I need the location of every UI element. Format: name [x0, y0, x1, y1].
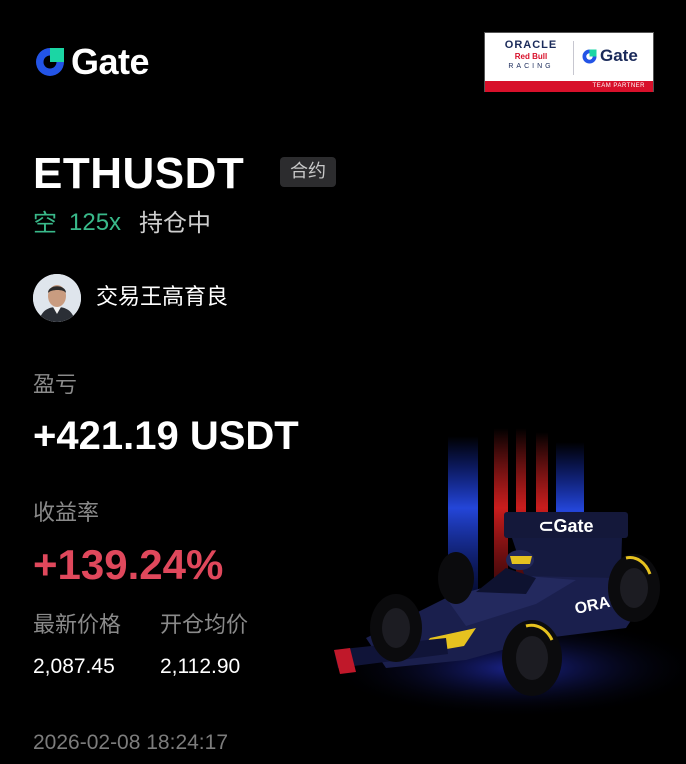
last-price-value: 2,087.45: [33, 655, 115, 678]
badge-divider: [573, 41, 574, 75]
svg-text:⊂Gate: ⊂Gate: [538, 516, 593, 536]
roi-value: +139.24%: [33, 541, 224, 588]
f1-car-illustration: ⊂Gate ORACLE: [326, 428, 686, 718]
gate-logo-icon: [36, 48, 64, 76]
avatar: [33, 274, 81, 322]
leverage: 125x: [69, 209, 122, 236]
pnl-label: 盈亏: [33, 373, 78, 398]
trading-symbol: ETHUSDT: [33, 149, 245, 198]
contract-tag: 合约: [280, 157, 336, 187]
trader-name: 交易王高育良: [96, 285, 229, 310]
timestamp: 2026-02-08 18:24:17: [33, 731, 228, 754]
avatar-portrait-icon: [33, 274, 81, 322]
gate-small-icon: [582, 49, 597, 63]
entry-price-value: 2,112.90: [160, 655, 241, 678]
team-partner-label: TEAM PARTNER: [592, 83, 645, 89]
gate-logo: Gate: [33, 41, 150, 82]
position-side: 空: [33, 209, 57, 237]
pnl-value: +421.19 USDT: [33, 414, 299, 458]
position-info: 空 125x 持仓中: [33, 208, 211, 238]
oracle-wordmark: ORACLE: [504, 39, 558, 51]
last-price-label: 最新价格: [33, 613, 122, 638]
brand-name: Gate: [71, 41, 150, 82]
roi-label: 收益率: [33, 501, 100, 526]
racing-wordmark: RACING: [508, 63, 554, 70]
entry-price-label: 开仓均价: [160, 613, 249, 638]
gate-small-wordmark: Gate: [600, 46, 638, 65]
red-bull-wordmark: Red Bull: [514, 52, 548, 61]
team-partner-badge: ORACLE Red Bull RACING Gate TEAM PARTNER: [484, 32, 654, 92]
position-status: 持仓中: [139, 209, 212, 237]
